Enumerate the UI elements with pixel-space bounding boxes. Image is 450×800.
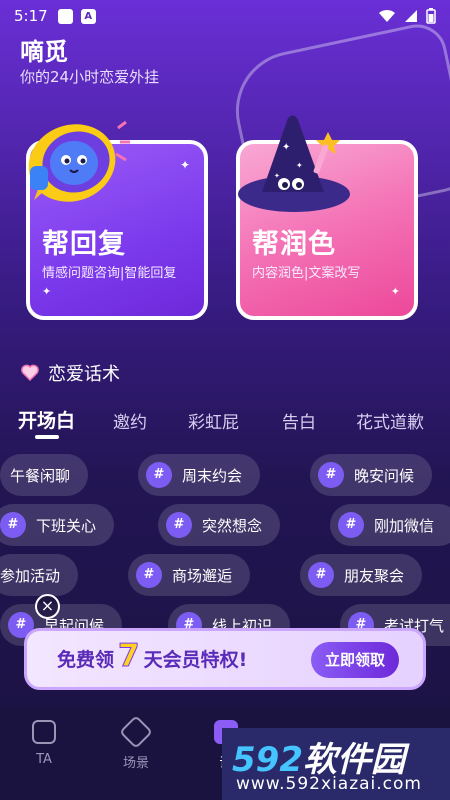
- hashtag-icon: #: [338, 512, 364, 538]
- keyboard-icon: A: [80, 8, 96, 24]
- promo-banner[interactable]: 免费领 7 天会员特权! 立即领取: [24, 628, 426, 690]
- chip-goodnight[interactable]: # 晚安问候: [310, 454, 433, 496]
- chip-label: 参加活动: [0, 566, 61, 585]
- tabbar-ta[interactable]: TA: [14, 720, 74, 767]
- chip-label: 晚安问候: [354, 466, 415, 485]
- promo-text: 免费领 7 天会员特权!: [57, 638, 248, 674]
- claim-now-button[interactable]: 立即领取: [311, 642, 399, 678]
- close-icon[interactable]: ×: [35, 594, 60, 619]
- card-title: 帮润色: [252, 229, 336, 260]
- chip-label: 午餐闲聊: [10, 466, 71, 485]
- tab-compliment[interactable]: 彩虹屁: [188, 408, 239, 433]
- chip-event[interactable]: 参加活动: [0, 554, 79, 596]
- section-title: 恋爱话术: [48, 364, 120, 385]
- card-desc: 情感问题咨询|智能回复: [42, 266, 177, 281]
- chip-label: 商场邂逅: [172, 566, 233, 585]
- hashtag-icon: #: [0, 512, 26, 538]
- watermark-url: www.592xiazai.com: [236, 774, 422, 794]
- notification-icon: [57, 8, 73, 24]
- chip-new-wechat[interactable]: # 刚加微信: [330, 504, 450, 546]
- promo-prefix: 免费领: [57, 649, 115, 671]
- hashtag-icon: #: [146, 462, 172, 488]
- signal-icon: [405, 10, 417, 22]
- chip-mall-encounter[interactable]: # 商场邂逅: [128, 554, 251, 596]
- chip-friends-party[interactable]: # 朋友聚会: [300, 554, 423, 596]
- heart-icon: [21, 364, 39, 382]
- chip-label: 突然想念: [202, 516, 263, 535]
- section-header: 恋爱话术: [20, 360, 120, 386]
- tabbar-label: TA: [36, 752, 52, 767]
- chip-label: 朋友聚会: [344, 566, 405, 585]
- wizard-hat-icon: ✦ ✦ ✦: [238, 115, 350, 212]
- tab-apology[interactable]: 花式道歉: [356, 408, 424, 433]
- hashtag-icon: #: [136, 562, 162, 588]
- status-bar: 5:17 A: [0, 0, 450, 32]
- svg-text:✦: ✦: [296, 161, 303, 170]
- megaphone-icon: [28, 120, 130, 202]
- card-desc: 内容润色|文案改写: [252, 266, 361, 281]
- tab-invite[interactable]: 邀约: [113, 408, 147, 433]
- chip-miss-you[interactable]: # 突然想念: [158, 504, 281, 546]
- chip-label: 周末约会: [182, 466, 243, 485]
- tabbar-label: 场景: [122, 756, 149, 771]
- hashtag-icon: #: [318, 462, 344, 488]
- tab-confession[interactable]: 告白: [282, 408, 316, 433]
- battery-icon: [426, 8, 436, 24]
- sparkle-icon: ✦: [179, 158, 190, 172]
- card-title: 帮回复: [42, 229, 126, 260]
- promo-suffix: 天会员特权!: [143, 649, 248, 671]
- site-watermark: 592软件园 www.592xiazai.com: [222, 728, 450, 800]
- hashtag-icon: #: [166, 512, 192, 538]
- hashtag-icon: #: [308, 562, 334, 588]
- wifi-icon: [379, 9, 395, 22]
- sparkle-icon: ✦: [42, 285, 52, 298]
- status-time: 5:17: [14, 7, 48, 25]
- chip-label: 刚加微信: [374, 516, 435, 535]
- tab-indicator: [35, 435, 59, 439]
- scene-icon: [119, 715, 153, 749]
- sparkle-icon: ✦: [390, 285, 400, 298]
- chip-weekend-date[interactable]: # 周末约会: [138, 454, 261, 496]
- svg-text:✦: ✦: [274, 172, 280, 180]
- topic-tabs: 开场白 邀约 彩虹屁 告白 花式道歉: [0, 400, 450, 440]
- app-subtitle: 你的24小时恋爱外挂: [20, 68, 160, 86]
- app-title: 嘀觅: [20, 38, 68, 66]
- ta-icon: [32, 720, 56, 744]
- tabbar-scene[interactable]: 场景: [106, 715, 166, 771]
- tab-opening[interactable]: 开场白: [18, 406, 75, 433]
- svg-text:✦: ✦: [282, 142, 290, 153]
- promo-number: 7: [118, 638, 141, 674]
- chip-label: 下班关心: [36, 516, 97, 535]
- chip-after-work[interactable]: # 下班关心: [0, 504, 115, 546]
- chip-lunch-chat[interactable]: 午餐闲聊: [0, 454, 89, 496]
